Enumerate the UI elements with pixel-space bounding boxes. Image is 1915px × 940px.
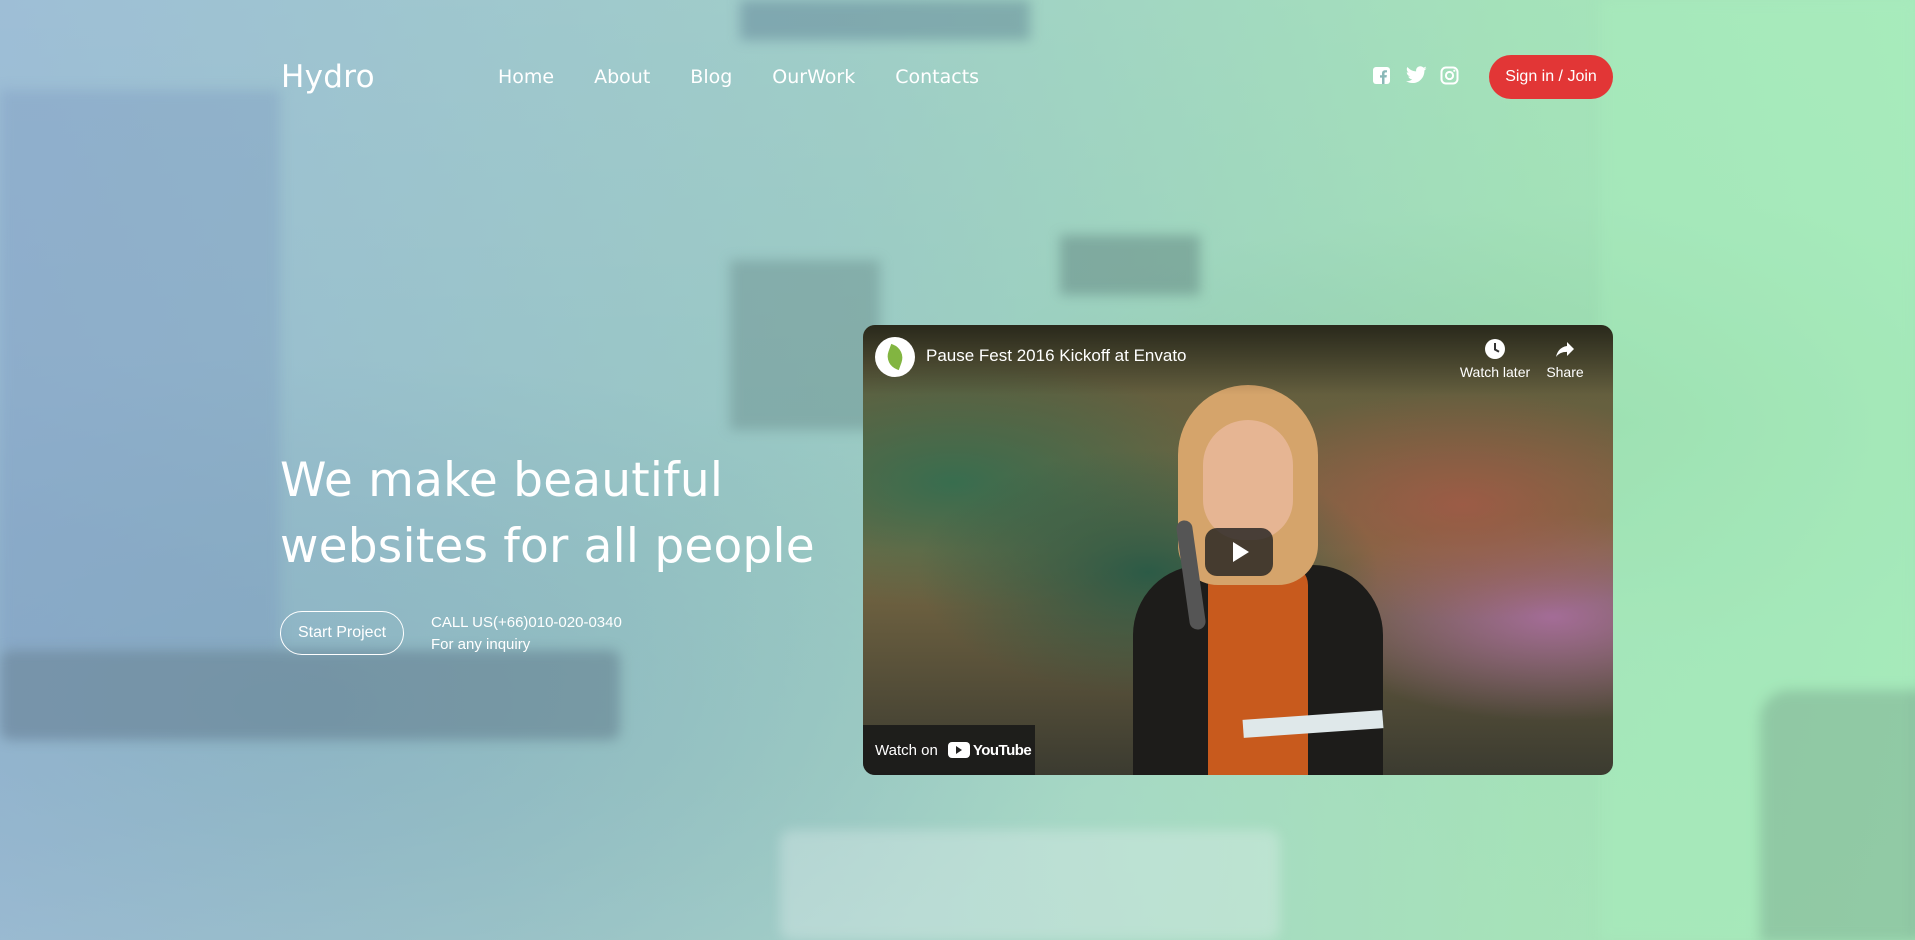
- site-logo[interactable]: Hydro: [281, 59, 498, 95]
- background-shape: [730, 260, 880, 430]
- youtube-logo-icon: YouTube: [947, 741, 1032, 759]
- share-label: Share: [1546, 364, 1584, 380]
- background-shape: [0, 650, 620, 740]
- watch-later-label: Watch later: [1459, 364, 1531, 380]
- hero-headline: We make beautiful websites for all peopl…: [280, 448, 840, 580]
- start-project-button[interactable]: Start Project: [280, 611, 404, 655]
- video-embed[interactable]: Pause Fest 2016 Kickoff at Envato Watch …: [863, 325, 1613, 775]
- background-shape: [1600, 0, 1915, 940]
- call-us-text: CALL US(+66)010-020-0340: [431, 614, 622, 631]
- play-button[interactable]: [1205, 528, 1273, 576]
- instagram-icon[interactable]: [1440, 66, 1459, 85]
- site-header: Hydro Home About Blog OurWork Contacts S…: [281, 40, 1613, 114]
- inquiry-text: For any inquiry: [431, 636, 531, 653]
- headline-line-2: websites for all people: [280, 519, 815, 574]
- watch-on-label: Watch on: [875, 741, 938, 759]
- nav-ourwork[interactable]: OurWork: [772, 66, 855, 88]
- watch-on-youtube-button[interactable]: Watch on YouTube: [863, 725, 1035, 775]
- contact-info: CALL US(+66)010-020-0340 For any inquiry: [431, 612, 622, 656]
- headline-line-1: We make beautiful: [280, 453, 724, 508]
- nav-blog[interactable]: Blog: [690, 66, 732, 88]
- youtube-wordmark: YouTube: [972, 741, 1032, 759]
- video-title[interactable]: Pause Fest 2016 Kickoff at Envato: [926, 346, 1187, 366]
- play-icon: [1233, 542, 1249, 562]
- envato-leaf-icon: [883, 343, 907, 371]
- background-shape: [780, 830, 1280, 940]
- nav-about[interactable]: About: [594, 66, 650, 88]
- sign-in-join-button[interactable]: Sign in / Join: [1489, 55, 1613, 99]
- nav-home[interactable]: Home: [498, 66, 554, 88]
- background-shape: [740, 0, 1030, 40]
- facebook-icon[interactable]: [1372, 66, 1391, 85]
- main-nav: Home About Blog OurWork Contacts: [498, 66, 1019, 88]
- background-shape: [0, 90, 280, 650]
- share-button[interactable]: Share: [1535, 337, 1595, 380]
- background-shape: [1060, 235, 1200, 295]
- nav-contacts[interactable]: Contacts: [895, 66, 979, 88]
- clock-icon: [1485, 339, 1505, 359]
- twitter-icon[interactable]: [1405, 66, 1427, 85]
- share-icon: [1556, 342, 1574, 357]
- channel-avatar[interactable]: [875, 337, 915, 377]
- watch-later-button[interactable]: Watch later: [1455, 337, 1535, 380]
- social-links: [1372, 66, 1459, 85]
